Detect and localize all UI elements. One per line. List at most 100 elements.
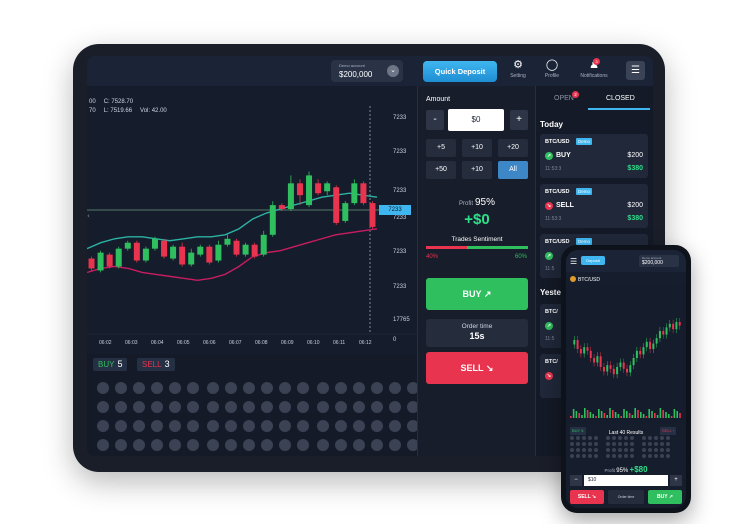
quick-deposit-button[interactable]: Quick Deposit	[423, 61, 497, 82]
setting-label: Setting	[510, 73, 526, 79]
phone-candle	[579, 349, 582, 354]
promo-scene: Demo account $200,000 ⌄ Quick Deposit ⚙ …	[0, 0, 736, 524]
candle	[170, 246, 177, 259]
phone-top-bar: ☰ Deposit Demo account $200,000	[566, 250, 686, 272]
trade-card[interactable]: BTC/USD Demo ↘ SELL $200 11:53:3 $380	[540, 184, 648, 228]
phone-volume-bar	[631, 415, 634, 418]
result-dot	[151, 439, 163, 451]
amount-label: Amount	[426, 96, 451, 103]
trade-time: 11:53:3	[545, 166, 562, 172]
amount-increase-button[interactable]: +	[510, 110, 528, 130]
phone-pair-selector[interactable]: BTC/USD	[570, 276, 600, 283]
result-dot	[576, 448, 580, 452]
phone-volume-bar	[654, 413, 656, 418]
result-dot	[371, 439, 383, 451]
result-dot	[648, 436, 652, 440]
sell-button[interactable]: SELL ↘	[426, 352, 528, 384]
active-tab-indicator	[588, 108, 650, 110]
trade-card[interactable]: BTC/USD Demo ↗ BUY $200 11:53:3 $380	[540, 134, 648, 178]
phone-candle	[672, 323, 675, 330]
result-dot	[133, 382, 145, 394]
result-dot	[588, 454, 592, 458]
phone-amount-decrease[interactable]: −	[570, 475, 582, 486]
amount-decrease-button[interactable]: -	[426, 110, 444, 130]
phone-volume-bar	[651, 411, 653, 418]
sentiment-sell-percent: 40%	[426, 254, 439, 260]
phone-amount-increase[interactable]: +	[670, 475, 682, 486]
phone-amount-input[interactable]: $10	[584, 475, 668, 486]
phone-result-dots	[570, 436, 598, 458]
chevron-left-icon[interactable]: ‹	[87, 212, 90, 220]
list-icon[interactable]: ☰	[626, 61, 645, 80]
chart-canvas[interactable]: 72337233723372337233723317765006:02 06:03…	[87, 86, 417, 354]
notifications-button[interactable]: ♟ 3 Notifications	[574, 58, 614, 79]
profit-percent: 95%	[475, 197, 496, 208]
result-dot	[133, 439, 145, 451]
phone-deposit-button[interactable]: Deposit	[581, 256, 605, 265]
quick-amount-button[interactable]: +50	[426, 161, 456, 179]
result-dot	[612, 436, 616, 440]
phone-sell-button[interactable]: SELL ↘	[570, 490, 604, 504]
result-dot	[187, 382, 199, 394]
result-dot	[594, 442, 598, 446]
phone-candle	[632, 358, 635, 366]
phone-device: ☰ Deposit Demo account $200,000 BTC/USD …	[561, 245, 691, 513]
result-dot	[317, 420, 329, 432]
x-tick-label: 06:11	[333, 340, 345, 346]
result-dot	[576, 454, 580, 458]
order-time-selector[interactable]: Order time 15s	[426, 319, 528, 347]
candle	[224, 238, 231, 245]
result-dot	[612, 448, 616, 452]
quick-amount-all-button[interactable]: All	[498, 161, 528, 179]
tab-closed[interactable]: CLOSED	[606, 95, 635, 102]
result-dot	[576, 442, 580, 446]
phone-account-selector[interactable]: Demo account $200,000	[639, 255, 679, 267]
sell-count: 3	[164, 359, 170, 369]
phone-buy-button[interactable]: BUY ↗	[648, 490, 682, 504]
trade-direction: ↗ BUY	[545, 152, 571, 160]
result-dot	[169, 401, 181, 413]
phone-candle	[629, 365, 632, 373]
result-dot	[133, 401, 145, 413]
phone-result-dots	[606, 436, 634, 458]
phone-volume-bar	[620, 416, 622, 418]
quick-amount-button[interactable]: +20	[498, 139, 528, 157]
result-dot	[225, 439, 237, 451]
account-selector[interactable]: Demo account $200,000 ⌄	[331, 60, 403, 82]
phone-volume-bar	[648, 409, 650, 418]
result-dot	[279, 420, 291, 432]
result-dot	[594, 448, 598, 452]
trade-amount: $200	[627, 202, 643, 209]
x-tick-label: 06:10	[307, 340, 320, 346]
menu-icon[interactable]: ☰	[570, 257, 577, 266]
price-chart[interactable]: 00 C: 7528.70 70 L: 7519.66 Vol: 42.00 7233…	[87, 86, 417, 354]
result-dot	[97, 401, 109, 413]
phone-candle	[639, 350, 642, 355]
chevron-down-icon[interactable]: ⌄	[387, 65, 399, 77]
phone-volume-bar	[598, 409, 600, 418]
result-dot	[115, 382, 127, 394]
setting-button[interactable]: ⚙ Setting	[503, 59, 533, 79]
result-dot	[389, 382, 401, 394]
quick-amount-button[interactable]: +5	[426, 139, 456, 157]
result-dot	[618, 436, 622, 440]
quick-amount-button[interactable]: +10	[462, 139, 492, 157]
phone-volume-bar	[662, 410, 664, 418]
tab-open[interactable]: OPEN	[554, 95, 574, 102]
result-dot	[187, 420, 199, 432]
amount-input[interactable]: $0	[448, 109, 504, 131]
phone-volume-bar	[673, 409, 676, 418]
phone-order-time[interactable]: Order time	[608, 490, 644, 504]
phone-candle	[668, 323, 671, 328]
result-dot	[317, 439, 329, 451]
phone-candle	[573, 340, 576, 345]
results-panel: BUY 5 SELL 3	[87, 354, 419, 456]
notifications-badge: 3	[593, 58, 600, 65]
quick-amount-button[interactable]: +10	[462, 161, 492, 179]
result-dot	[582, 448, 586, 452]
phone-chart[interactable]	[566, 284, 686, 424]
result-dot	[624, 448, 628, 452]
phone-volume-bar	[595, 416, 597, 418]
buy-button[interactable]: BUY ↗	[426, 278, 528, 310]
profile-button[interactable]: ◯ Profile	[537, 59, 567, 79]
